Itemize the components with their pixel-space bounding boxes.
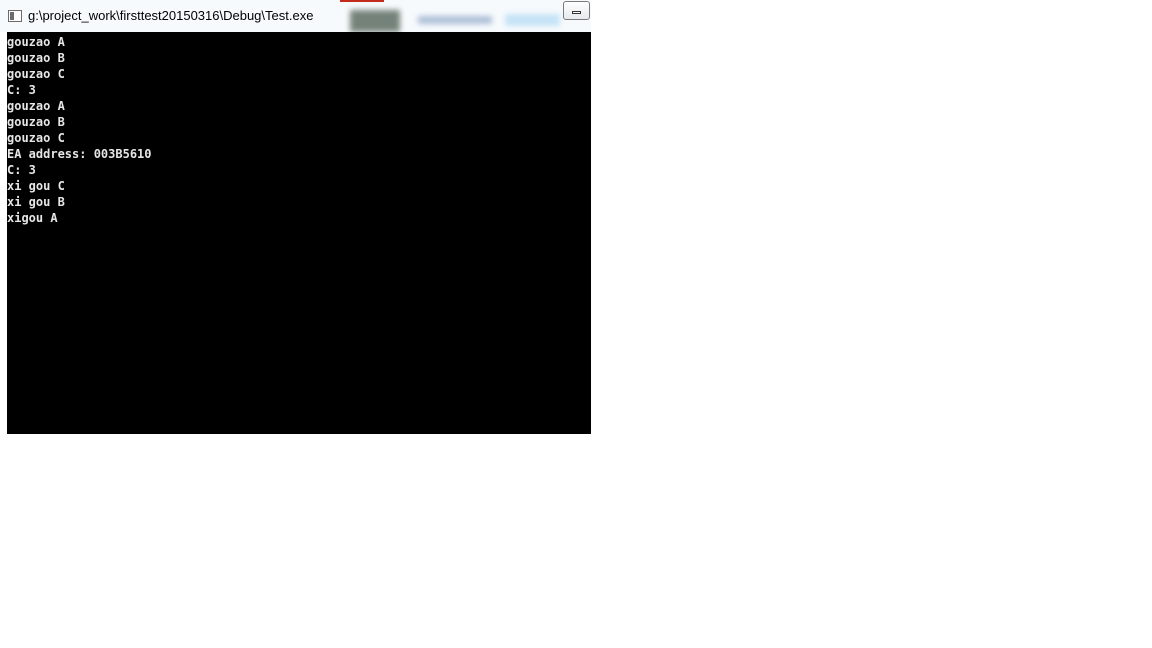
- console-app-icon[interactable]: [8, 10, 22, 22]
- window-title: g:\project_work\firsttest20150316\Debug\…: [28, 8, 314, 23]
- console-line: gouzao C: [7, 131, 65, 145]
- console-line: gouzao B: [7, 115, 65, 129]
- console-line: C: 3: [7, 163, 36, 177]
- minimize-button[interactable]: [563, 1, 590, 20]
- minimize-icon: [572, 11, 581, 14]
- console-output[interactable]: gouzao A gouzao B gouzao C C: 3 gouzao A…: [7, 32, 591, 434]
- blurred-background-region: [418, 16, 492, 24]
- console-line: xi gou C: [7, 179, 65, 193]
- console-line: gouzao A: [7, 35, 65, 49]
- console-line: gouzao C: [7, 67, 65, 81]
- background-accent: [340, 0, 384, 2]
- console-line: xigou A: [7, 211, 58, 225]
- blurred-background-region: [505, 14, 560, 26]
- console-line: C: 3: [7, 83, 36, 97]
- console-line: gouzao A: [7, 99, 65, 113]
- console-line: gouzao B: [7, 51, 65, 65]
- console-line: xi gou B: [7, 195, 65, 209]
- console-window: g:\project_work\firsttest20150316\Debug\…: [0, 0, 591, 434]
- console-line: EA address: 003B5610: [7, 147, 152, 161]
- blurred-background-region: [350, 10, 400, 32]
- window-titlebar[interactable]: g:\project_work\firsttest20150316\Debug\…: [0, 0, 591, 32]
